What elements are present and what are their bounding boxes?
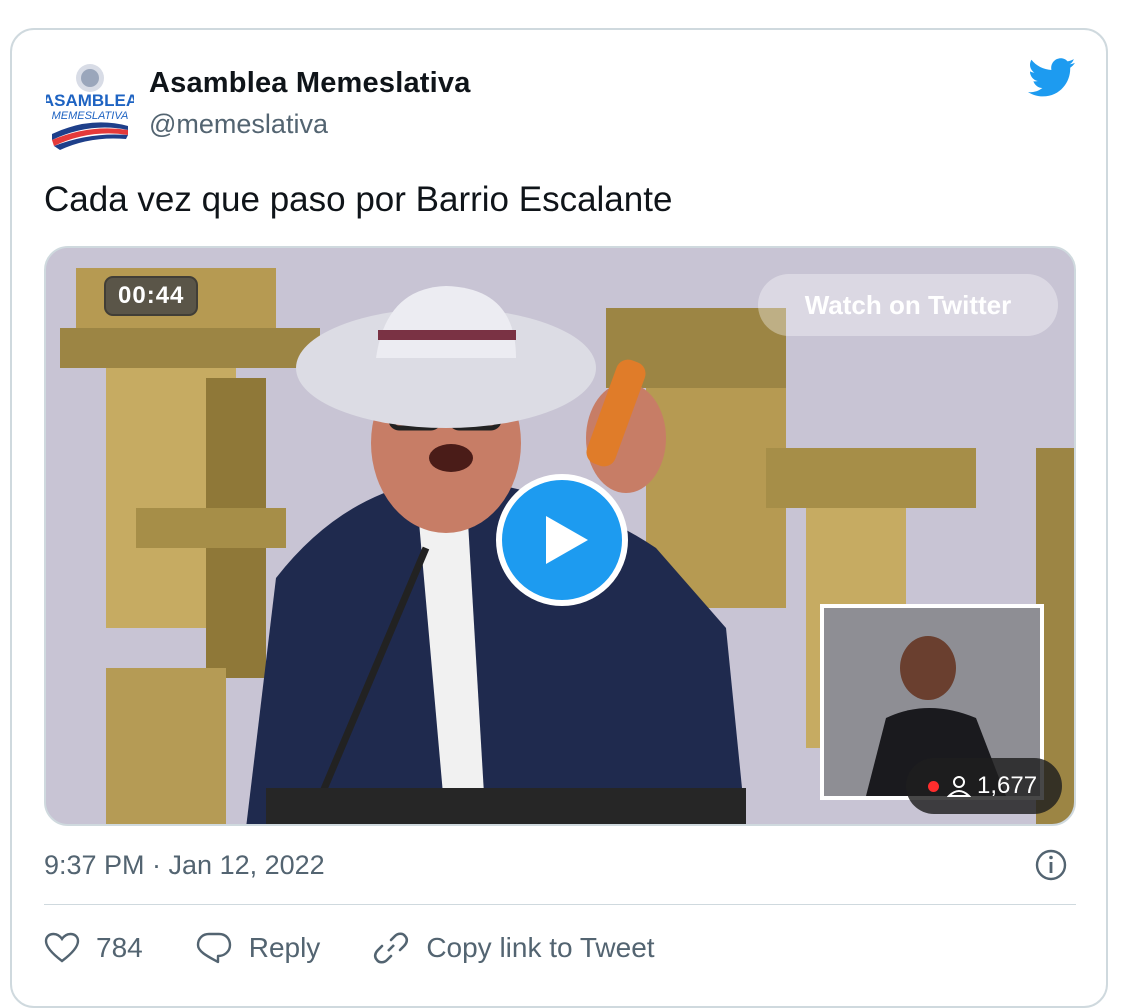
logo-text-bottom: MEMESLATIVA	[52, 110, 129, 122]
tweet-timestamp[interactable]: 9:37 PM · Jan 12, 2022	[44, 848, 325, 882]
heart-icon	[44, 932, 80, 963]
video-player[interactable]: 00:44 Watch on Twitter 1,677	[44, 246, 1076, 826]
like-button[interactable]: 784	[44, 932, 143, 964]
author-name[interactable]: Asamblea Memeslativa	[149, 66, 471, 100]
watch-on-twitter-button[interactable]: Watch on Twitter	[758, 274, 1058, 336]
viewer-count-badge: 1,677	[906, 758, 1062, 814]
reply-label: Reply	[248, 932, 321, 963]
logo-text-top: ASAMBLEA	[46, 91, 134, 110]
author-avatar[interactable]: ASAMBLEA MEMESLATIVA	[46, 56, 134, 152]
copy-link-button[interactable]: Copy link to Tweet	[372, 929, 655, 967]
divider	[44, 904, 1076, 905]
viewer-count: 1,677	[977, 772, 1038, 799]
like-count: 784	[96, 932, 143, 963]
link-icon	[374, 932, 409, 964]
play-button[interactable]	[496, 474, 628, 606]
copy-link-label: Copy link to Tweet	[426, 932, 655, 963]
live-dot	[928, 780, 939, 792]
author-handle[interactable]: @memeslativa	[149, 108, 328, 140]
play-icon	[546, 516, 588, 564]
video-duration: 00:44	[104, 276, 199, 316]
twitter-bird-icon[interactable]	[1028, 58, 1076, 98]
person-icon	[947, 776, 971, 797]
tweet-text: Cada vez que paso por Barrio Escalante	[44, 180, 673, 219]
reply-icon	[196, 932, 231, 964]
reply-button[interactable]: Reply	[195, 931, 321, 965]
info-icon[interactable]	[1034, 848, 1068, 882]
tweet-actions: 784 Reply Copy link to Tweet	[44, 922, 707, 974]
